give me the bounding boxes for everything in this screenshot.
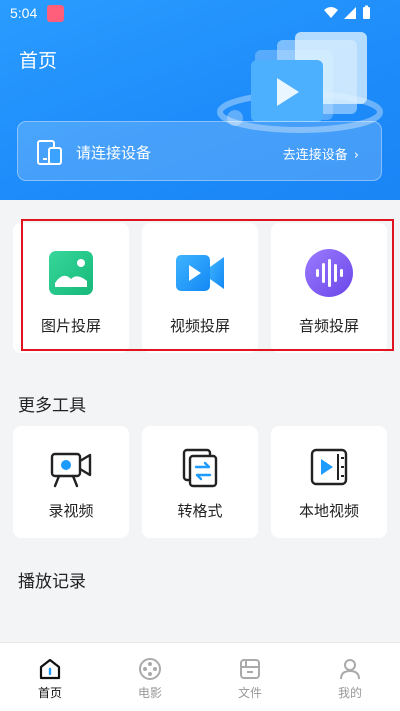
connect-device-link-text: 去连接设备 — [282, 148, 348, 163]
audio-wave-icon — [305, 249, 353, 297]
tool-options: 录视频 转格式 本地视频 — [13, 426, 387, 538]
tools-section-title: 更多工具 — [18, 396, 86, 416]
nav-movies-label: 电影 — [137, 686, 162, 700]
nav-files-label: 文件 — [237, 686, 262, 700]
chevron-right-icon: › — [353, 148, 359, 163]
status-time: 5:04 — [10, 5, 38, 21]
record-video-card[interactable]: 录视频 — [13, 426, 129, 538]
image-icon — [49, 251, 93, 295]
record-camera-icon — [50, 452, 92, 488]
convert-icon — [182, 448, 218, 488]
history-section-title: 播放记录 — [18, 572, 86, 592]
film-reel-icon — [139, 658, 161, 680]
audio-cast-card[interactable]: 音频投屏 — [271, 223, 387, 353]
wifi-battery-icon — [324, 5, 370, 19]
nav-profile[interactable]: 我的 — [300, 643, 400, 711]
local-video-card[interactable]: 本地视频 — [271, 426, 387, 538]
nav-home[interactable]: 首页 — [0, 643, 100, 711]
record-video-label: 录视频 — [48, 502, 94, 520]
image-cast-label: 图片投屏 — [40, 317, 101, 335]
nav-home-label: 首页 — [37, 686, 62, 700]
audio-cast-label: 音频投屏 — [298, 317, 359, 335]
bottom-nav: 首页 电影 文件 我的 — [0, 642, 400, 711]
notification-app-icon — [47, 5, 64, 22]
folder-icon — [240, 659, 260, 679]
video-cast-card[interactable]: 视频投屏 — [142, 223, 258, 353]
image-cast-card[interactable]: 图片投屏 — [13, 223, 129, 353]
local-video-icon — [310, 448, 348, 486]
nav-movies[interactable]: 电影 — [100, 643, 200, 711]
local-video-label: 本地视频 — [298, 502, 359, 520]
convert-format-card[interactable]: 转格式 — [142, 426, 258, 538]
connect-device-link[interactable]: 去连接设备 › — [283, 144, 359, 163]
cast-options: 图片投屏 视频投屏 音频投屏 — [13, 223, 387, 353]
convert-format-label: 转格式 — [177, 502, 223, 520]
devices-icon — [37, 140, 62, 165]
connect-device-label: 请连接设备 — [76, 144, 152, 162]
home-icon — [39, 658, 61, 680]
header: 5:04 首页 请连接设备 去连接设备 › — [0, 0, 400, 200]
page-title: 首页 — [19, 50, 58, 72]
video-cast-label: 视频投屏 — [169, 317, 230, 335]
nav-files[interactable]: 文件 — [200, 643, 300, 711]
status-bar: 5:04 — [0, 0, 400, 28]
user-icon — [340, 659, 360, 680]
connect-device-banner[interactable]: 请连接设备 去连接设备 › — [17, 121, 382, 181]
video-camera-icon — [176, 255, 224, 291]
nav-profile-label: 我的 — [337, 686, 362, 700]
status-icons — [322, 5, 374, 25]
